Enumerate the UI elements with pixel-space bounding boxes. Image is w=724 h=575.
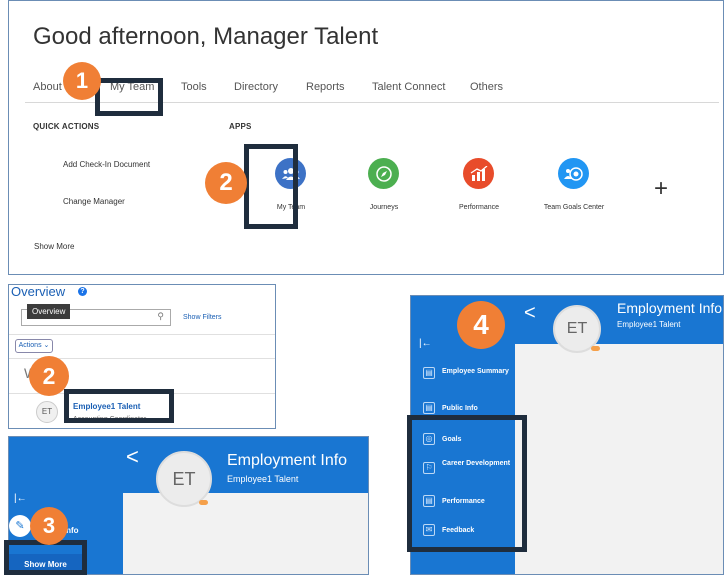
status-dot [199,500,208,505]
highlight-show-more [4,540,87,575]
page-title: Employment Info [617,300,723,316]
app-journeys[interactable]: Journeys [344,158,424,214]
tab-about[interactable]: About [33,81,62,93]
callout-badge: 3 [30,507,68,545]
id-card-icon: ▤ [423,367,435,379]
goals-icon [558,158,589,189]
public-info-icon: ▤ [423,402,435,414]
help-icon[interactable]: ? [78,287,87,296]
employee-info-icon: ✎ [9,515,31,537]
overview-title: Overview [11,284,66,299]
callout-badge: 1 [63,62,101,100]
callout-badge: 4 [457,301,505,349]
home-panel: Good afternoon, Manager Talent About My … [8,0,724,275]
divider [9,334,275,335]
callout-badge: 2 [29,356,69,396]
status-dot [591,346,600,351]
show-filters-link[interactable]: Show Filters [183,314,222,321]
app-label: Team Goals Center [543,204,605,211]
highlight-my-team-app [244,144,298,229]
employee-subtitle: Employee1 Talent [617,320,681,329]
app-performance[interactable]: Performance [439,158,519,214]
chevron-down-icon: ⌄ [41,342,50,349]
tab-reports[interactable]: Reports [306,81,345,93]
page-title: Employment Info [227,452,348,469]
back-chevron-icon[interactable]: < [524,302,536,325]
actions-label: Actions [18,342,42,349]
back-chevron-icon[interactable]: < [126,444,139,470]
content-area [515,344,723,574]
employee-subtitle: Employee1 Talent [227,474,299,484]
side-item-label: Public Info [442,405,478,412]
apps-heading: APPS [229,122,252,131]
side-item-employee-summary[interactable]: ▤ Employee Summary [411,365,515,395]
highlight-employee-link [64,389,174,423]
add-check-in-document-link[interactable]: Add Check-In Document [63,160,150,169]
overview-tooltip: Overview [27,304,71,319]
search-icon[interactable]: ⚲ [157,311,164,322]
highlight-my-team-tab [95,78,163,116]
content-area [123,493,368,574]
tab-directory[interactable]: Directory [234,81,278,93]
collapse-sidebar-icon[interactable]: |← [419,338,432,349]
compass-icon [368,158,399,189]
app-label: Performance [458,204,500,211]
actions-button[interactable]: Actions ⌄ [15,339,53,353]
tab-talent-connect[interactable]: Talent Connect [372,81,445,93]
tab-others[interactable]: Others [470,81,503,93]
callout-badge: 2 [205,162,247,204]
collapse-sidebar-icon[interactable]: |← [14,493,27,504]
avatar: ET [36,401,58,423]
highlight-side-nav [407,415,527,552]
quick-actions-heading: QUICK ACTIONS [33,122,100,131]
add-app-icon[interactable]: + [654,177,668,201]
show-more-link[interactable]: Show More [34,242,74,251]
side-item-label: Employee Summary [442,368,509,375]
avatar: ET [156,451,212,507]
greeting-heading: Good afternoon, Manager Talent [33,23,379,50]
chart-icon [463,158,494,189]
tab-tools[interactable]: Tools [181,81,207,93]
app-label: Journeys [369,204,399,211]
change-manager-link[interactable]: Change Manager [63,197,125,206]
app-team-goals-center[interactable]: Team Goals Center [534,158,614,214]
